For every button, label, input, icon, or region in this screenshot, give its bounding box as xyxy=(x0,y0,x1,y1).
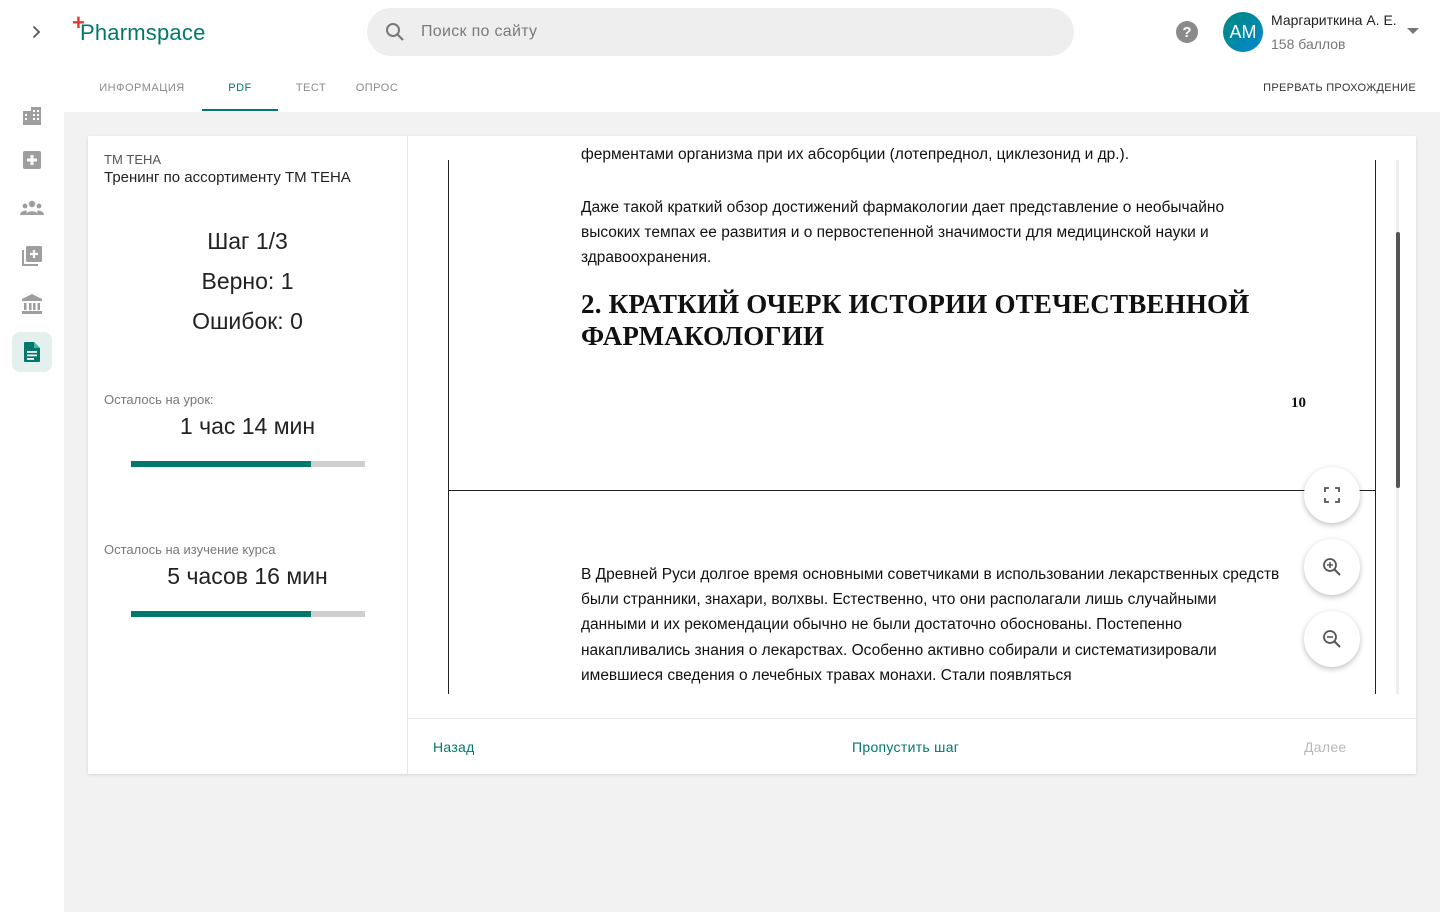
tab-test[interactable]: ТЕСТ xyxy=(286,64,336,112)
step-counter: Шаг 1/3 xyxy=(207,228,288,254)
tab-information[interactable]: ИНФОРМАЦИЯ xyxy=(86,64,198,112)
logo-text: Pharmspace xyxy=(80,20,206,45)
pdf-page-border-right xyxy=(1375,160,1376,694)
building-icon xyxy=(23,107,41,125)
user-name: Маргариткина А. Е. xyxy=(1271,12,1397,28)
add-library-icon xyxy=(22,246,42,266)
chevron-right-icon xyxy=(32,25,41,39)
side-navigation xyxy=(0,64,64,912)
pdf-page-separator xyxy=(448,490,1376,491)
pdf-paragraph-2: В Древней Руси долгое время основными со… xyxy=(581,566,1280,684)
pdf-viewer[interactable]: ферментами организма при их абсорбции (л… xyxy=(408,136,1416,718)
help-icon[interactable]: ? xyxy=(1175,20,1199,44)
course-title: Тренинг по ассортименту ТМ ТЕНА xyxy=(104,169,351,186)
nav-add-course[interactable] xyxy=(12,236,52,276)
pdf-paragraph-1: Даже такой краткий обзор достижений фарм… xyxy=(581,199,1225,267)
lesson-remaining-label: Осталось на урок: xyxy=(104,392,214,407)
nav-documents[interactable] xyxy=(12,332,52,372)
skip-step-button[interactable]: Пропустить шаг xyxy=(852,719,959,775)
pdf-scrollbar-thumb[interactable] xyxy=(1396,232,1400,488)
course-progress-fill xyxy=(131,611,312,617)
zoom-out-button[interactable] xyxy=(1304,611,1360,667)
medical-plus-icon xyxy=(23,151,41,169)
correct-counter: Верно: 1 xyxy=(201,268,294,294)
zoom-in-icon xyxy=(1323,558,1341,576)
zoom-out-icon xyxy=(1323,630,1341,648)
pdf-text-cut-line-text: ферментами организма при их абсорбции (л… xyxy=(581,148,1130,163)
avatar[interactable]: AM xyxy=(1223,12,1263,52)
svg-text:?: ? xyxy=(1182,24,1191,41)
fullscreen-button[interactable] xyxy=(1304,467,1360,523)
course-progress-bar xyxy=(131,611,365,617)
abort-course-button[interactable]: ПРЕРВАТЬ ПРОХОЖДЕНИЕ xyxy=(1263,64,1416,112)
nav-institution[interactable] xyxy=(12,284,52,324)
course-remaining-label: Осталось на изучение курса xyxy=(104,542,276,557)
user-points: 158 баллов xyxy=(1271,36,1346,52)
lesson-info-panel: ТМ ТЕНА Тренинг по ассортименту ТМ ТЕНА … xyxy=(88,136,407,774)
tab-survey[interactable]: ОПРОС xyxy=(350,64,404,112)
fullscreen-icon xyxy=(1324,487,1340,503)
search-icon xyxy=(383,20,407,44)
institution-icon xyxy=(22,294,42,314)
top-bar: + Pharmspace ? AM Маргариткина А. Е. 158… xyxy=(0,0,1440,64)
nav-people[interactable] xyxy=(12,188,52,228)
pdf-text-cut-line: ферментами организма при их абсорбции (л… xyxy=(581,148,1281,170)
lesson-card: ТМ ТЕНА Тренинг по ассортименту ТМ ТЕНА … xyxy=(88,136,1416,774)
nav-companies[interactable] xyxy=(12,96,52,136)
document-icon xyxy=(24,342,40,362)
step-navigation: Назад Пропустить шаг Далее xyxy=(408,718,1416,774)
people-icon xyxy=(20,200,44,215)
back-button[interactable]: Назад xyxy=(433,719,475,775)
expand-menu-button[interactable] xyxy=(20,16,52,48)
search-input[interactable] xyxy=(421,23,981,41)
lesson-remaining-value: 1 час 14 мин xyxy=(179,413,316,439)
caret-down-icon[interactable] xyxy=(1405,26,1421,36)
course-brand: ТМ ТЕНА xyxy=(104,152,162,167)
active-tab-indicator xyxy=(202,109,278,111)
search-bar[interactable] xyxy=(367,8,1074,56)
next-button: Далее xyxy=(1304,739,1347,755)
error-counter: Ошибок: 0 xyxy=(192,308,303,334)
tab-pdf[interactable]: PDF xyxy=(202,64,278,112)
lesson-progress-fill xyxy=(131,461,312,467)
course-remaining-value: 5 часов 16 мин xyxy=(167,563,328,589)
nav-medical[interactable] xyxy=(12,140,52,180)
tabs-bar: ИНФОРМАЦИЯ PDF ТЕСТ ОПРОС ПРЕРВАТЬ ПРОХО… xyxy=(64,64,1440,112)
pdf-heading: 2. КРАТКИЙ ОЧЕРК ИСТОРИИ ОТЕЧЕСТВЕННОЙ Ф… xyxy=(581,289,1250,351)
lesson-progress-bar xyxy=(131,461,365,467)
pdf-page-border-left xyxy=(448,160,449,694)
pdf-page-number: 10 xyxy=(1291,395,1306,411)
zoom-in-button[interactable] xyxy=(1304,539,1360,595)
